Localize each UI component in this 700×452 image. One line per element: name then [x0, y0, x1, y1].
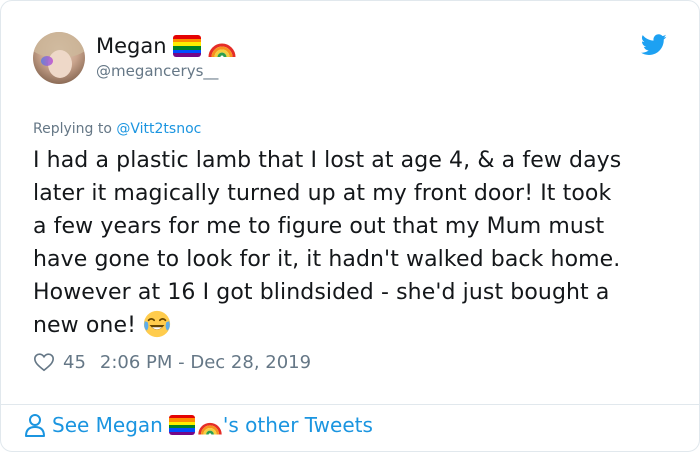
tweet-text-line: later it magically turned up at my front… — [33, 181, 612, 206]
face-with-tears-of-joy-icon — [143, 310, 171, 338]
tweet-timestamp[interactable]: 2:06 PM - Dec 28, 2019 — [100, 352, 311, 373]
tweet-text-last-line: new one! — [33, 309, 683, 342]
tweet-text-line: new one! — [33, 313, 137, 338]
divider — [1, 404, 699, 405]
replying-to: Replying to @Vitt2tsnoc — [33, 121, 201, 137]
avatar[interactable] — [33, 32, 85, 84]
see-other-tweets-suffix[interactable]: 's other Tweets — [223, 413, 373, 437]
rainbow-icon — [208, 43, 236, 58]
tweet-text-line: have gone to look for it, it hadn't walk… — [33, 247, 621, 272]
tweet-text: I had a plastic lamb that I lost at age … — [33, 144, 683, 342]
author-name-row[interactable]: Megan — [96, 33, 237, 59]
heart-icon[interactable] — [33, 351, 55, 373]
tweet-text-line: However at 16 I got blindsided - she'd j… — [33, 280, 610, 305]
avatar-face-paint — [41, 56, 53, 66]
tweet-text-line: a few years for me to figure out that my… — [33, 214, 605, 239]
twitter-bird-icon[interactable] — [641, 34, 667, 56]
replying-prefix: Replying to — [33, 121, 112, 137]
see-other-tweets-prefix[interactable]: See Megan — [52, 413, 163, 437]
like-count[interactable]: 45 — [63, 352, 86, 373]
replying-to-link[interactable]: @Vitt2tsnoc — [116, 121, 201, 137]
tweet-text-line: I had a plastic lamb that I lost at age … — [33, 148, 622, 173]
author-handle[interactable]: @megancerys__ — [96, 62, 218, 80]
author-name[interactable]: Megan — [96, 34, 167, 58]
rainbow-flag-icon — [168, 415, 195, 435]
person-icon — [25, 414, 45, 437]
rainbow-flag-icon — [172, 35, 201, 57]
tweet-meta: 45 2:06 PM - Dec 28, 2019 — [33, 351, 311, 373]
see-other-tweets-link[interactable]: See Megan 's other Tweets — [24, 413, 373, 437]
rainbow-icon — [198, 422, 222, 435]
